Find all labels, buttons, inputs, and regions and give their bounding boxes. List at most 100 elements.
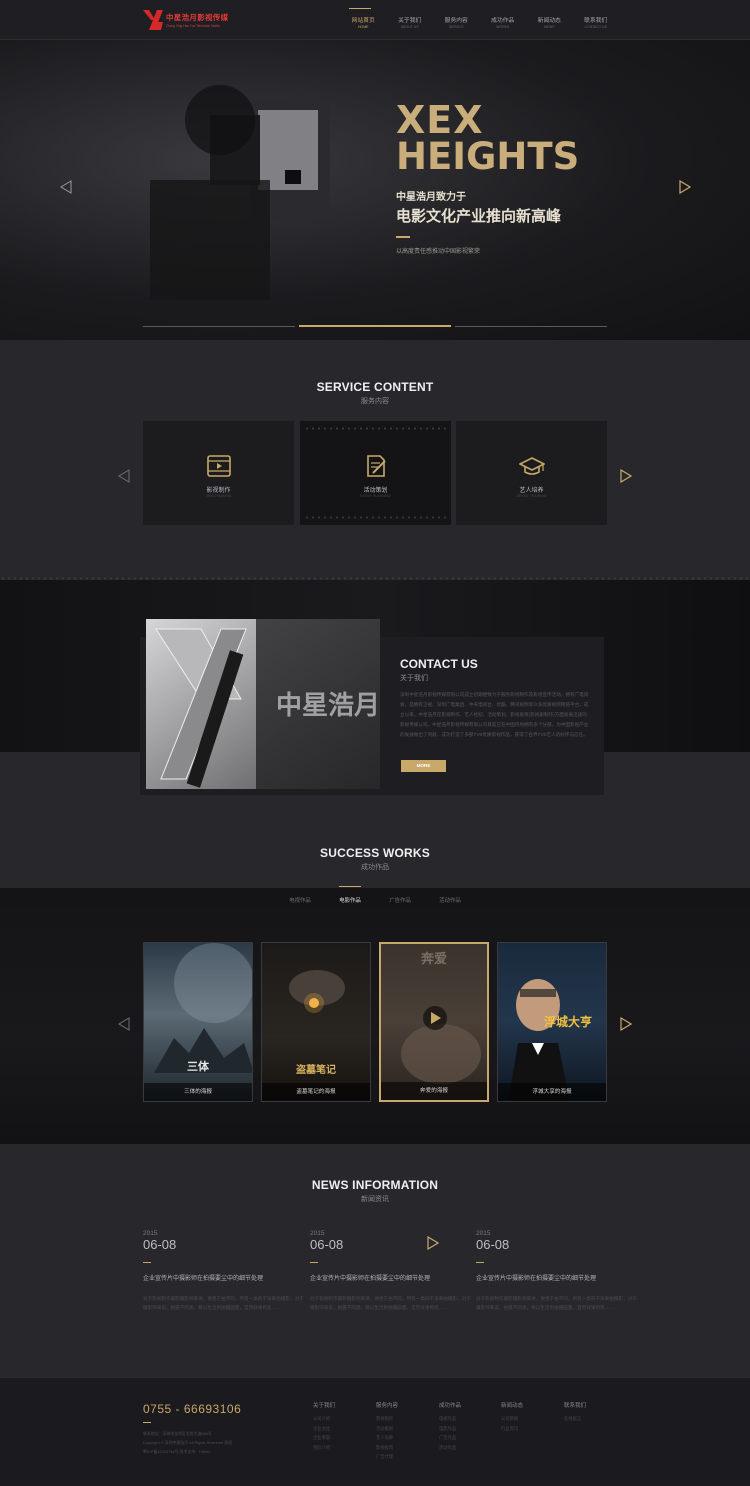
graduation-cap-icon <box>519 457 545 475</box>
tab-film-works[interactable]: 电影作品 <box>325 896 375 904</box>
footer-divider <box>143 1422 151 1423</box>
section-title-cn: 成功作品 <box>361 864 389 871</box>
news-headline[interactable]: 企业宣传片中摄影师在拍摄要尘中的细节处理 <box>310 1273 475 1282</box>
footer-link[interactable]: 公司新闻 <box>501 1414 561 1424</box>
footer-icp: 粤ICP备12015754号 技术支持：HiWeb <box>143 1449 211 1454</box>
poster-card[interactable]: 浮城大亨 浮城大享的海报 <box>497 942 607 1102</box>
service-label: 影视制作 <box>206 488 231 494</box>
nav-sublabel: CONTACT US <box>584 25 607 29</box>
works-section <box>0 888 750 1144</box>
service-label: 艺人培养 <box>519 488 544 494</box>
footer <box>0 1378 750 1486</box>
service-sublabel: ARTIST TRAINING <box>516 494 547 498</box>
footer-link[interactable]: 电影作品 <box>439 1424 499 1434</box>
footer-col-works: 成功作品 电视作品 电影作品 广告作品 活动作品 <box>439 1401 499 1452</box>
news-year: 2015 <box>310 1230 325 1237</box>
contact-title-cn: 关于我们 <box>400 675 428 682</box>
news-excerpt: 对于影视制作摄影摄影师来讲，要善于拍不同，所有一类的干净来拍摄影，对于摄影师来说… <box>310 1296 471 1310</box>
poster-art-title: 盗墓笔记 <box>296 1065 336 1076</box>
poster-artwork <box>401 1006 481 1084</box>
service-card-video[interactable]: 影视制作 VIDEO MAKING <box>143 421 294 525</box>
slider-indicator-2[interactable] <box>299 325 451 327</box>
news-headline[interactable]: 企业宣传片中摄影师在拍摄要尘中的细节处理 <box>143 1273 308 1282</box>
news-date: 06-08 <box>310 1237 344 1252</box>
footer-link[interactable]: 活动作品 <box>439 1443 499 1453</box>
hero-title-block: XEX HEIGHTS 中星浩月致力于 电影文化产业推向新高峰 以高度责任感推动… <box>396 101 580 255</box>
news-headline[interactable]: 企业宣传片中摄影师在拍摄要尘中的细节处理 <box>476 1273 641 1282</box>
tab-tv-works[interactable]: 电视作品 <box>275 896 325 904</box>
news-divider <box>310 1262 318 1263</box>
footer-col-heading[interactable]: 联系我们 <box>564 1401 624 1409</box>
works-prev-arrow-icon[interactable] <box>118 1017 130 1031</box>
poster-card-selected[interactable]: 奔爱 奔爱的海报 <box>379 942 489 1102</box>
footer-col-heading[interactable]: 服务内容 <box>376 1401 436 1409</box>
logo[interactable]: 中星浩月影视传媒 Zhong Xing Hao Yue Television M… <box>143 9 228 31</box>
works-heading: SUCCESS WORKS 成功作品 <box>0 846 750 872</box>
hero-headline-2: HEIGHTS <box>396 135 580 178</box>
service-next-arrow-icon[interactable] <box>620 469 632 483</box>
service-card-artist[interactable]: 艺人培养 ARTIST TRAINING <box>456 421 607 525</box>
footer-link[interactable]: 行业资讯 <box>501 1424 561 1434</box>
footer-link[interactable]: 影视制作 <box>376 1414 436 1424</box>
footer-col-heading[interactable]: 成功作品 <box>439 1401 499 1409</box>
footer-link[interactable]: 公司介绍 <box>313 1414 373 1424</box>
hero-next-arrow-icon[interactable] <box>679 180 691 194</box>
footer-link[interactable]: 广告作品 <box>439 1433 499 1443</box>
nav-sublabel: HOME <box>358 25 369 29</box>
nav-label: 新闻动态 <box>537 18 561 24</box>
nav-item-about[interactable]: 关于我们 ABOUT US <box>387 0 434 40</box>
news-item[interactable]: 2015 06-08 企业宣传片中摄影师在拍摄要尘中的细节处理 对于影视制作摄影… <box>476 1230 641 1312</box>
footer-link[interactable]: 企业文化 <box>313 1424 373 1434</box>
nav-sublabel: SERVICE <box>448 25 464 29</box>
logo-text-en: Zhong Xing Hao Yue Television Media <box>166 24 220 28</box>
news-next-arrow-icon[interactable] <box>427 1236 439 1250</box>
contact-title-en: CONTACT US <box>400 657 478 671</box>
nav-item-works[interactable]: 成功作品 WORKS <box>480 0 527 40</box>
footer-link[interactable]: 影视投资 <box>376 1443 436 1453</box>
film-icon <box>207 455 231 477</box>
news-item[interactable]: 2015 06-08 企业宣传片中摄影师在拍摄要尘中的细节处理 对于影视制作摄影… <box>143 1230 308 1312</box>
footer-col-heading[interactable]: 新闻动态 <box>501 1401 561 1409</box>
news-heading: NEWS INFORMATION 新闻资讯 <box>0 1178 750 1204</box>
footer-phone: 0755 - 66693106 <box>143 1402 242 1416</box>
tab-ad-works[interactable]: 广告作品 <box>375 896 425 904</box>
company-sign-image: 中星浩月 <box>146 619 380 789</box>
hero-subline-1: 中星浩月致力于 <box>396 192 466 203</box>
more-button[interactable]: MORE <box>401 760 446 772</box>
footer-link[interactable]: 广告代理 <box>376 1452 436 1462</box>
works-tabs: 电视作品 电影作品 广告作品 活动作品 <box>0 888 750 914</box>
works-next-arrow-icon[interactable] <box>620 1017 632 1031</box>
poster-card[interactable]: 三体 三体的海报 <box>143 942 253 1102</box>
section-title-en: SUCCESS WORKS <box>320 846 430 860</box>
service-card-event[interactable]: 活动策划 EVENT PLANNING <box>300 421 451 525</box>
footer-link[interactable]: 电视作品 <box>439 1414 499 1424</box>
nav-label: 网站首页 <box>351 18 375 24</box>
nav-label: 联系我们 <box>584 18 608 24</box>
footer-link[interactable]: 活动策划 <box>376 1424 436 1434</box>
tab-event-works[interactable]: 活动作品 <box>425 896 475 904</box>
main-nav: 网站首页 HOME 关于我们 ABOUT US 服务内容 SERVICE 成功作… <box>340 0 619 40</box>
service-prev-arrow-icon[interactable] <box>118 469 130 483</box>
footer-link[interactable]: 艺人培养 <box>376 1433 436 1443</box>
footer-link[interactable]: 团队介绍 <box>313 1443 373 1453</box>
poster-artwork <box>289 970 345 1013</box>
poster-art-title: 奔爱 <box>420 952 447 967</box>
news-date: 06-08 <box>476 1237 510 1252</box>
footer-link[interactable]: 在线留言 <box>564 1414 624 1424</box>
service-sublabel: VIDEO MAKING <box>205 494 232 498</box>
footer-col-contact: 联系我们 在线留言 <box>564 1401 624 1424</box>
slider-indicator-3[interactable] <box>455 326 607 327</box>
poster-card[interactable]: 盗墓笔记 盗墓笔记的海报 <box>261 942 371 1102</box>
slider-indicator-1[interactable] <box>143 326 295 327</box>
nav-item-news[interactable]: 新闻动态 NEWS <box>526 0 573 40</box>
news-divider <box>143 1262 151 1263</box>
nav-item-contact[interactable]: 联系我们 CONTACT US <box>573 0 620 40</box>
contact-text-block: CONTACT US 关于我们 深圳中星浩月影视传媒有限公司成立初期便致力于服务… <box>400 657 590 740</box>
news-date: 06-08 <box>143 1237 177 1252</box>
nav-item-home[interactable]: 网站首页 HOME <box>340 0 387 40</box>
hero-prev-arrow-icon[interactable] <box>60 180 72 194</box>
news-item[interactable]: 2015 06-08 企业宣传片中摄影师在拍摄要尘中的细节处理 对于影视制作摄影… <box>310 1230 475 1312</box>
footer-link[interactable]: 企业荣誉 <box>313 1433 373 1443</box>
nav-item-service[interactable]: 服务内容 SERVICE <box>433 0 480 40</box>
footer-col-heading[interactable]: 关于我们 <box>313 1401 373 1409</box>
